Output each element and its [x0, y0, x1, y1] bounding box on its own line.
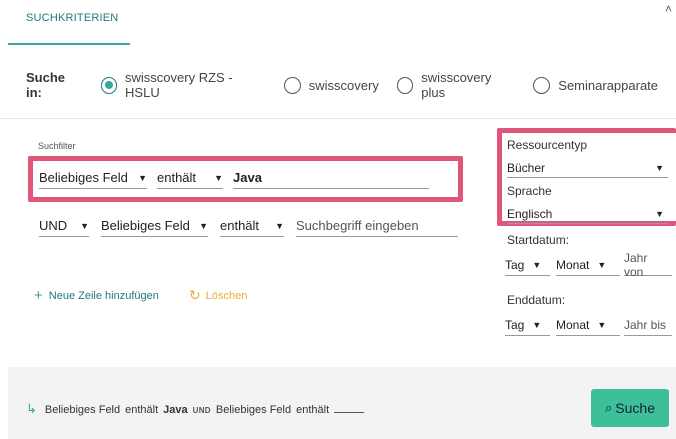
search-term-input[interactable]: Java: [233, 170, 429, 189]
summary-value-1: Java: [163, 404, 188, 416]
caret-down-icon: ▼: [655, 208, 664, 219]
chevron-up-icon[interactable]: ˄: [665, 2, 672, 16]
caret-down-icon: ▼: [532, 259, 542, 270]
radio-checked-icon[interactable]: [100, 76, 118, 94]
summary-operator-2: enthält: [296, 404, 330, 416]
language-value: Englisch: [507, 206, 553, 221]
radio-label: swisscovery: [308, 77, 379, 93]
add-row-label: Neue Zeile hinzufügen: [48, 289, 159, 302]
caret-down-icon: ▼: [275, 220, 284, 231]
caret-down-icon: ▼: [138, 172, 147, 183]
start-date-label: Startdatum:: [507, 233, 570, 247]
radio-label: swisscovery plus: [421, 70, 492, 100]
boolean-select-value: UND: [39, 218, 68, 233]
tab-active-indicator: [8, 43, 130, 45]
search-icon: ⌕: [605, 400, 613, 415]
start-day-select[interactable]: Tag ▼: [505, 254, 550, 276]
radio-label: swisscovery RZS - HSLU: [125, 70, 233, 100]
search-scope-group: Suche in: swisscovery RZS - HSLU swissco…: [26, 70, 676, 100]
summary-operator-1: enthält: [125, 404, 159, 416]
language-select[interactable]: Englisch ▼: [507, 204, 668, 224]
caret-down-icon: ▼: [597, 319, 607, 330]
caret-down-icon: ▼: [80, 220, 89, 231]
caret-down-icon: ▼: [214, 172, 223, 183]
search-term-input[interactable]: Suchbegriff eingeben: [296, 218, 458, 237]
radio-swisscovery[interactable]: swisscovery: [283, 76, 379, 94]
resource-type-value: Bücher: [507, 160, 546, 175]
operator-select-value: enthält: [157, 170, 197, 185]
day-value: Tag: [505, 257, 525, 272]
field-select[interactable]: Beliebiges Feld ▼: [39, 170, 147, 189]
field-select-value: Beliebiges Feld: [101, 218, 190, 233]
radio-unchecked-icon[interactable]: [283, 76, 301, 94]
start-year-input[interactable]: Jahr von: [624, 251, 672, 279]
resource-type-label: Ressourcentyp: [507, 138, 588, 152]
reset-button[interactable]: ↻ Löschen: [189, 287, 247, 304]
summary-field-1: Beliebiges Feld: [44, 404, 121, 416]
end-day-select[interactable]: Tag ▼: [505, 314, 550, 336]
tab-label: SUCHKRITERIEN: [26, 12, 119, 24]
operator-select[interactable]: enthält ▼: [220, 218, 284, 237]
filter-row-1: Beliebiges Feld ▼ enthält ▼ Java: [39, 170, 429, 189]
language-label: Sprache: [507, 184, 552, 198]
tab-suchkriterien[interactable]: SUCHKRITERIEN: [8, 0, 130, 45]
end-date-label: Enddatum:: [507, 293, 566, 307]
suchfilter-label: Suchfilter: [38, 141, 76, 151]
end-month-select[interactable]: Monat ▼: [556, 314, 620, 336]
arrow-right-icon: ↳: [26, 401, 37, 416]
operator-select-value: enthält: [220, 218, 260, 233]
section-divider: [0, 118, 676, 119]
caret-down-icon: ▼: [199, 220, 208, 231]
operator-select[interactable]: enthält ▼: [157, 170, 223, 189]
boolean-select[interactable]: UND ▼: [39, 218, 89, 237]
radio-unchecked-icon[interactable]: [396, 76, 414, 94]
add-row-button[interactable]: + Neue Zeile hinzufügen: [34, 287, 159, 304]
query-summary-bar: ↳ Beliebiges Feld enthält Java UND Belie…: [8, 367, 676, 439]
caret-down-icon: ▼: [532, 319, 542, 330]
day-value: Tag: [505, 317, 525, 332]
filter-row-2: UND ▼ Beliebiges Feld ▼ enthält ▼ Suchbe…: [39, 218, 458, 237]
undo-icon: ↻: [189, 287, 201, 303]
reset-label: Löschen: [205, 289, 248, 302]
radio-seminarapparate[interactable]: Seminarapparate: [533, 76, 659, 94]
search-button[interactable]: ⌕ Suche: [591, 389, 669, 427]
radio-swisscovery-plus[interactable]: swisscovery plus: [396, 70, 515, 100]
search-button-label: Suche: [615, 400, 655, 416]
summary-field-2: Beliebiges Feld: [215, 404, 292, 416]
start-date-row: Tag ▼ Monat ▼ Jahr von: [505, 251, 672, 279]
radio-label: Seminarapparate: [558, 77, 659, 93]
start-month-select[interactable]: Monat ▼: [556, 254, 620, 276]
caret-down-icon: ▼: [655, 162, 664, 173]
field-select[interactable]: Beliebiges Feld ▼: [101, 218, 208, 237]
radio-unchecked-icon[interactable]: [533, 76, 551, 94]
month-value: Monat: [556, 317, 590, 332]
resource-type-select[interactable]: Bücher ▼: [507, 158, 668, 178]
month-value: Monat: [556, 257, 590, 272]
search-in-label: Suche in:: [26, 70, 66, 100]
end-year-input[interactable]: Jahr bis: [624, 314, 672, 336]
query-summary: ↳ Beliebiges Feld enthält Java UND Belie…: [26, 401, 369, 417]
plus-icon: +: [34, 287, 43, 304]
field-select-value: Beliebiges Feld: [39, 170, 128, 185]
radio-swisscovery-rzs-hslu[interactable]: swisscovery RZS - HSLU: [100, 70, 266, 100]
summary-boolean: UND: [192, 406, 211, 415]
summary-empty-value: [334, 412, 365, 413]
end-date-row: Tag ▼ Monat ▼ Jahr bis: [505, 314, 672, 336]
caret-down-icon: ▼: [597, 259, 607, 270]
